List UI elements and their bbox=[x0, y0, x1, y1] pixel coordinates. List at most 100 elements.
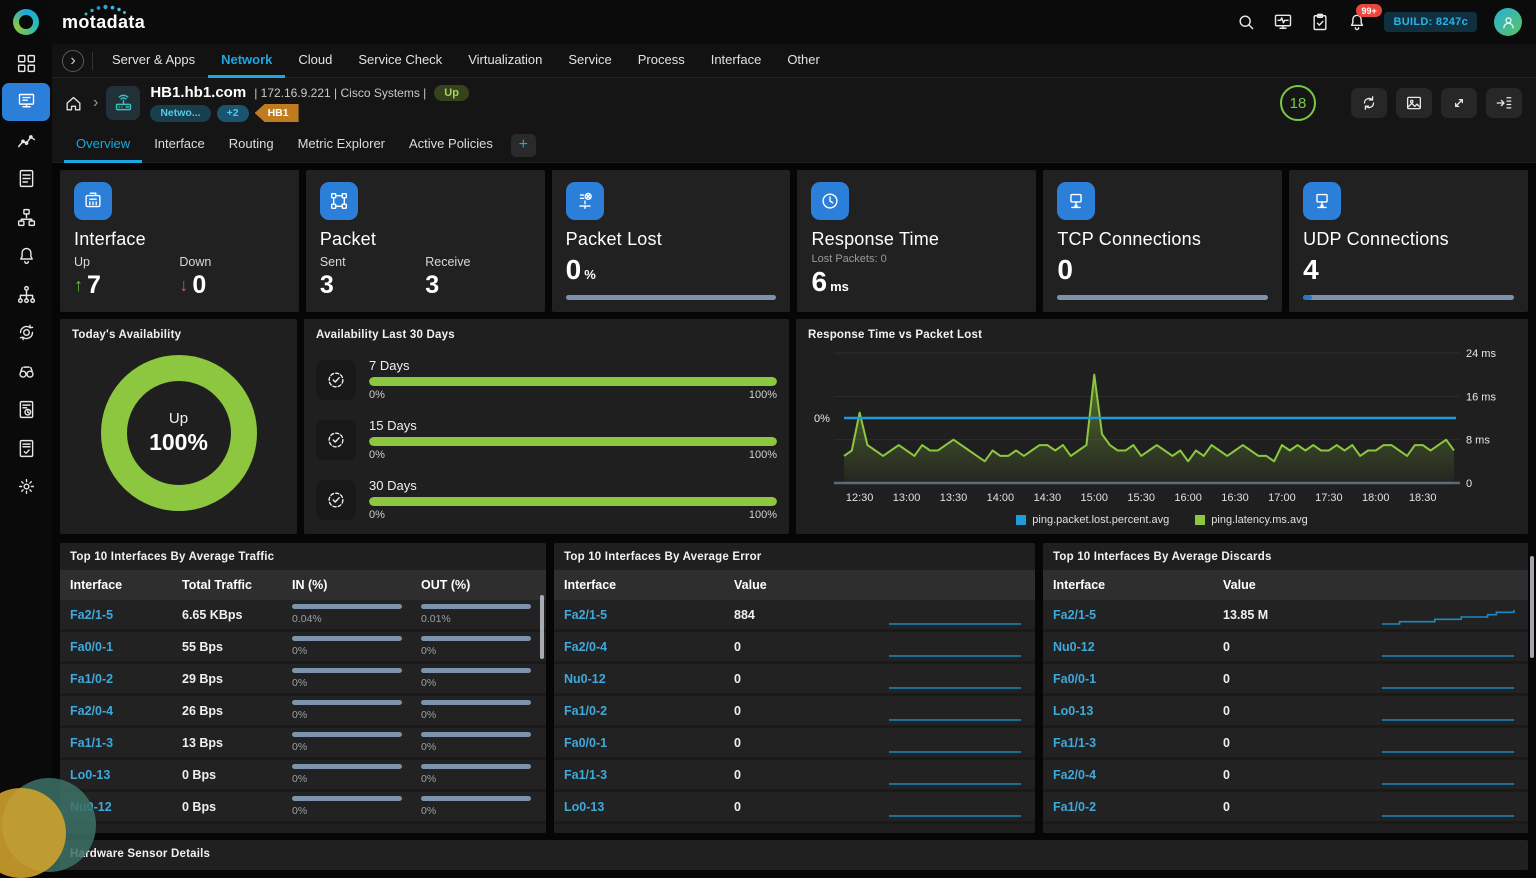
metric-value: 0 bbox=[1223, 704, 1368, 718]
interface-link[interactable]: Fa1/1-3 bbox=[1053, 736, 1223, 750]
nav-expand-button[interactable]: › bbox=[62, 50, 84, 72]
col-header[interactable]: IN (%) bbox=[292, 578, 407, 592]
main-nav-item-process[interactable]: Process bbox=[625, 44, 698, 78]
chart-title: Response Time vs Packet Lost bbox=[808, 329, 1516, 341]
add-tab-button[interactable]: + bbox=[511, 134, 536, 157]
sidebar-item-topology[interactable] bbox=[2, 198, 50, 237]
sidebar-item-alerts[interactable] bbox=[2, 237, 50, 276]
col-header[interactable]: Interface bbox=[564, 578, 734, 592]
up-label: Up bbox=[74, 255, 179, 269]
interface-link[interactable]: Fa2/1-5 bbox=[70, 608, 182, 622]
agent-monitor-icon[interactable] bbox=[1273, 12, 1293, 32]
refresh-button[interactable] bbox=[1351, 88, 1387, 118]
page-tab-routing[interactable]: Routing bbox=[217, 128, 286, 163]
card-title: Packet bbox=[320, 229, 531, 250]
table-row: Fa0/0-10 bbox=[1043, 664, 1528, 696]
interface-link[interactable]: Fa2/1-5 bbox=[1053, 608, 1223, 622]
interface-link[interactable]: Fa0/0-1 bbox=[564, 736, 734, 750]
interface-link[interactable]: Fa1/0-2 bbox=[70, 672, 182, 686]
interface-link[interactable]: Lo0-13 bbox=[1053, 704, 1223, 718]
col-header[interactable]: Interface bbox=[1053, 578, 1223, 592]
col-header[interactable]: Interface bbox=[70, 578, 182, 592]
tasks-icon[interactable] bbox=[1310, 12, 1330, 32]
col-header[interactable]: Value bbox=[1223, 578, 1368, 592]
main-nav-item-virtualization[interactable]: Virtualization bbox=[455, 44, 555, 78]
card-title: Response Time bbox=[811, 229, 1022, 250]
sidebar-item-compliance[interactable] bbox=[2, 429, 50, 468]
sidebar-item-settings[interactable] bbox=[2, 468, 50, 507]
legend-item[interactable]: ping.latency.ms.avg bbox=[1195, 514, 1307, 526]
sidebar-item-discovery[interactable] bbox=[2, 352, 50, 391]
page-tab-interface[interactable]: Interface bbox=[142, 128, 217, 163]
side-panel-button[interactable] bbox=[1486, 88, 1522, 118]
sidebar-item-log-report[interactable] bbox=[2, 391, 50, 430]
main-nav-item-other[interactable]: Other bbox=[774, 44, 833, 78]
search-icon[interactable] bbox=[1236, 12, 1256, 32]
interface-link[interactable]: Fa2/0-4 bbox=[1053, 768, 1223, 782]
sidebar-item-infrastructure-monitor[interactable] bbox=[2, 83, 50, 122]
sidebar-item-apps-grid[interactable] bbox=[2, 44, 50, 83]
device-more-tags-pill[interactable]: +2 bbox=[217, 105, 249, 122]
scale-max: 100% bbox=[749, 449, 777, 461]
main-nav-item-service[interactable]: Service bbox=[555, 44, 624, 78]
expand-button[interactable] bbox=[1441, 88, 1477, 118]
interface-link[interactable]: Fa2/0-4 bbox=[70, 704, 182, 718]
interface-link[interactable]: Fa2/1-5 bbox=[564, 608, 734, 622]
page-tab-overview[interactable]: Overview bbox=[64, 128, 142, 163]
top-discards-table: Top 10 Interfaces By Average Discards In… bbox=[1043, 543, 1528, 833]
legend-item[interactable]: ping.packet.lost.percent.avg bbox=[1016, 514, 1169, 526]
interface-link[interactable]: Fa1/1-3 bbox=[70, 736, 182, 750]
page-scrollbar[interactable] bbox=[1530, 556, 1534, 658]
interface-link[interactable]: Fa1/0-2 bbox=[564, 704, 734, 718]
interface-link[interactable]: Fa0/0-1 bbox=[1053, 672, 1223, 686]
card-interface: Interface Up ↑7 Down ↓0 bbox=[60, 170, 299, 312]
panel-title: Today's Availability bbox=[72, 329, 285, 341]
user-avatar[interactable] bbox=[1494, 8, 1522, 36]
page-tab-metric-explorer[interactable]: Metric Explorer bbox=[286, 128, 397, 163]
tcp-bar bbox=[1057, 295, 1268, 300]
snapshot-button[interactable] bbox=[1396, 88, 1432, 118]
main-nav-item-cloud[interactable]: Cloud bbox=[285, 44, 345, 78]
device-details: | 172.16.9.221 | Cisco Systems | bbox=[254, 86, 426, 100]
sidebar-item-metrics[interactable] bbox=[2, 121, 50, 160]
sidebar-item-automation[interactable] bbox=[2, 314, 50, 353]
motadata-logo-mark[interactable] bbox=[0, 0, 52, 44]
interface-link[interactable]: Nu0-12 bbox=[1053, 640, 1223, 654]
out-percent-cell: 0% bbox=[421, 796, 536, 817]
interface-link[interactable]: Fa1/1-3 bbox=[564, 768, 734, 782]
device-group-pill[interactable]: Netwo... bbox=[150, 105, 210, 122]
home-icon[interactable] bbox=[64, 94, 83, 113]
table-scrollbar[interactable] bbox=[540, 595, 544, 659]
total-traffic-value: 0 Bps bbox=[182, 800, 292, 814]
interface-link[interactable]: Fa1/0-2 bbox=[1053, 800, 1223, 814]
device-hostname[interactable]: HB1.hb1.com bbox=[150, 84, 246, 101]
interface-link[interactable]: Lo0-13 bbox=[564, 800, 734, 814]
col-header[interactable]: Value bbox=[734, 578, 875, 592]
sidebar-item-flows[interactable] bbox=[2, 275, 50, 314]
main-nav-item-interface[interactable]: Interface bbox=[698, 44, 775, 78]
interface-link[interactable]: Fa2/0-4 bbox=[564, 640, 734, 654]
trend-sparkline bbox=[885, 794, 1025, 820]
main-nav-item-network[interactable]: Network bbox=[208, 44, 285, 78]
col-header[interactable]: OUT (%) bbox=[421, 578, 536, 592]
interface-link[interactable]: Lo0-13 bbox=[70, 768, 182, 782]
nav-divider bbox=[92, 52, 93, 70]
table-row: Fa2/0-40 bbox=[1043, 760, 1528, 792]
notifications-icon[interactable]: 99+ bbox=[1347, 12, 1367, 32]
page-tab-active-policies[interactable]: Active Policies bbox=[397, 128, 505, 163]
col-header[interactable]: Total Traffic bbox=[182, 578, 292, 592]
motadata-wordmark[interactable]: motadata bbox=[62, 12, 145, 33]
main-nav-item-server-apps[interactable]: Server & Apps bbox=[99, 44, 208, 78]
interface-link[interactable]: Fa0/0-1 bbox=[70, 640, 182, 654]
metric-value: 0 bbox=[734, 768, 875, 782]
sidebar-item-reports[interactable] bbox=[2, 160, 50, 199]
clock-check-icon bbox=[316, 420, 356, 460]
main-nav-item-service-check[interactable]: Service Check bbox=[345, 44, 455, 78]
table-title: Top 10 Interfaces By Average Error bbox=[554, 543, 1035, 570]
packet-lost-unit: % bbox=[584, 267, 596, 282]
out-percent-cell: 0% bbox=[421, 636, 536, 657]
device-tag[interactable]: HB1 bbox=[255, 104, 299, 122]
table-row: Fa2/0-426 Bps0%0% bbox=[60, 696, 546, 728]
interface-link[interactable]: Nu0-12 bbox=[564, 672, 734, 686]
severity-count-badge[interactable]: 18 bbox=[1280, 85, 1316, 121]
